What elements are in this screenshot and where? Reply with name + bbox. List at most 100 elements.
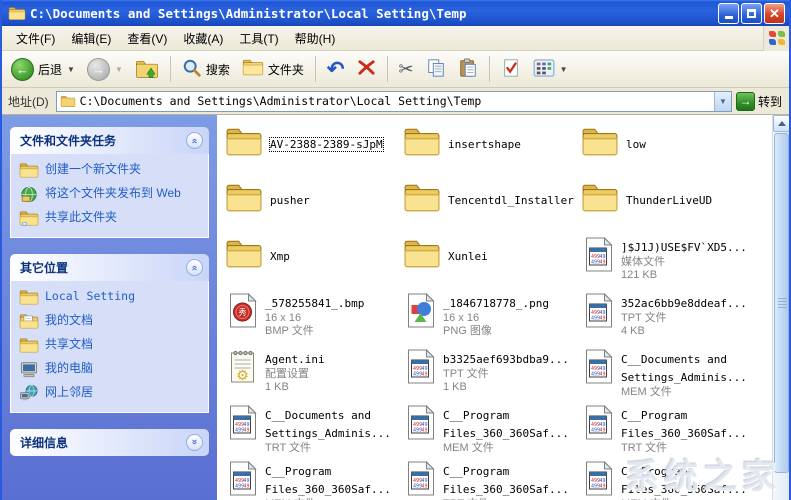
title-bar[interactable]: C:\Documents and Settings\Administrator\… <box>2 0 789 26</box>
svg-text:49: 49 <box>244 428 250 434</box>
file-item[interactable]: 4994949949C__Program Files_360_360Saf...… <box>401 461 579 500</box>
file-meta: 配置设置 <box>265 368 391 381</box>
sidebar-item[interactable]: 创建一个新文件夹 <box>19 162 204 179</box>
menu-file[interactable]: 文件(F) <box>8 27 63 50</box>
minimize-button[interactable] <box>718 3 739 24</box>
up-folder-icon <box>135 59 159 80</box>
svg-text:49: 49 <box>600 260 606 266</box>
sidebar-item-label: Local Setting <box>45 289 135 304</box>
panel-details-header[interactable]: 详细信息 « <box>10 429 209 456</box>
file-item[interactable]: 4994949949C__Program Files_360_360Saf...… <box>223 461 401 500</box>
publish-web-icon <box>19 186 39 203</box>
folders-button[interactable]: 文件夹 <box>237 55 309 83</box>
sidebar-item[interactable]: 我的文档 <box>19 313 204 330</box>
collapse-chevron-icon[interactable]: « <box>186 132 203 149</box>
table-doc-file-icon: 4994949949 <box>584 405 614 441</box>
folder-item[interactable]: Tencentdl_Installer <box>401 181 579 237</box>
folder-item[interactable]: Xunlei <box>401 237 579 293</box>
task-pane: 文件和文件夹任务 « 创建一个新文件夹将这个文件夹发布到 Web 共享此文件夹 其… <box>2 115 217 500</box>
vertical-scrollbar[interactable] <box>772 115 789 500</box>
delete-button[interactable] <box>352 55 381 83</box>
file-meta: MEM 文件 <box>443 442 569 455</box>
file-name: 352ac6bb9e8ddeaf... <box>621 297 747 310</box>
go-button[interactable]: → 转到 <box>736 92 786 111</box>
file-meta: PNG 图像 <box>443 325 569 338</box>
views-button[interactable]: ▼ <box>528 56 573 83</box>
file-item[interactable]: _1846718778_.png16 x 16PNG 图像 <box>401 293 579 349</box>
panel-other-places: 其它位置 « Local Setting 我的文档共享文档我的电脑网上邻居 <box>10 254 209 413</box>
my-documents-icon <box>19 313 39 330</box>
menu-bar: 文件(F) 编辑(E) 查看(V) 收藏(A) 工具(T) 帮助(H) <box>2 26 789 51</box>
copy-button[interactable] <box>421 55 451 84</box>
file-name: C__Program Files_360_360Saf... <box>621 409 747 440</box>
panel-file-tasks: 文件和文件夹任务 « 创建一个新文件夹将这个文件夹发布到 Web 共享此文件夹 <box>10 127 209 238</box>
sidebar-item[interactable]: 共享此文件夹 <box>19 210 204 227</box>
menu-tools[interactable]: 工具(T) <box>231 27 286 50</box>
file-list-area[interactable]: AV-2388-2389-sJpMinsertshapelow pusherTen… <box>217 115 789 500</box>
menu-help[interactable]: 帮助(H) <box>287 27 344 50</box>
sidebar-item[interactable]: Local Setting <box>19 289 204 306</box>
file-item[interactable]: 4994949949C__Documents and Settings_Admi… <box>579 349 757 405</box>
views-dropdown-icon[interactable]: ▼ <box>560 65 568 74</box>
svg-text:49: 49 <box>422 484 428 490</box>
paste-icon <box>458 58 478 81</box>
file-name: C__Program Files_360_360Saf... <box>443 409 569 440</box>
table-doc-file-icon: 4994949949 <box>406 349 436 385</box>
sidebar-item[interactable]: 将这个文件夹发布到 Web <box>19 186 204 203</box>
file-meta: 16 x 16 <box>265 312 391 325</box>
scroll-up-button[interactable] <box>773 115 789 132</box>
up-button[interactable] <box>130 56 164 83</box>
back-button[interactable]: ← 后退 ▼ <box>6 55 80 84</box>
file-meta: 16 x 16 <box>443 312 569 325</box>
scrollbar-thumb[interactable] <box>774 133 789 473</box>
file-item[interactable]: 4994949949352ac6bb9e8ddeaf...TPT 文件4 KB <box>579 293 757 349</box>
file-meta: TPT 文件 <box>621 312 747 325</box>
file-item[interactable]: 4994949949b3325aef693bdba9...TPT 文件1 KB <box>401 349 579 405</box>
search-button[interactable]: 搜索 <box>177 55 235 84</box>
paste-button[interactable] <box>453 55 483 84</box>
properties-button[interactable] <box>496 55 526 84</box>
sidebar-item[interactable]: 共享文档 <box>19 337 204 354</box>
collapse-chevron-icon[interactable]: « <box>186 259 203 276</box>
folder-item[interactable]: ThunderLiveUD <box>579 181 757 237</box>
panel-file-tasks-header[interactable]: 文件和文件夹任务 « <box>10 127 209 154</box>
folder-item[interactable]: low <box>579 125 757 181</box>
panel-other-places-header[interactable]: 其它位置 « <box>10 254 209 281</box>
folder-item[interactable]: insertshape <box>401 125 579 181</box>
file-item[interactable]: 4994949949C__Program Files_360_360Saf...… <box>579 461 757 500</box>
back-dropdown-icon[interactable]: ▼ <box>67 65 75 74</box>
file-meta: TRT 文件 <box>621 442 747 455</box>
file-item[interactable]: 4994949949C__Documents and Settings_Admi… <box>223 405 401 461</box>
maximize-button[interactable] <box>741 3 762 24</box>
folder-item[interactable]: Xmp <box>223 237 401 293</box>
file-item[interactable]: 4994949949]$J1J)USE$FV`XD5...媒体文件121 KB <box>579 237 757 293</box>
file-meta: TPT 文件 <box>443 368 569 381</box>
forward-button[interactable]: → ▼ <box>82 55 128 84</box>
file-item[interactable]: 秀_578255841_.bmp16 x 16BMP 文件 <box>223 293 401 349</box>
undo-button[interactable]: ↶ <box>322 56 350 83</box>
file-name: Agent.ini <box>265 353 325 366</box>
expand-chevron-icon[interactable]: « <box>186 434 203 451</box>
file-item[interactable]: 4994949949C__Program Files_360_360Saf...… <box>579 405 757 461</box>
address-value: C:\Documents and Settings\Administrator\… <box>80 94 714 108</box>
menu-favorites[interactable]: 收藏(A) <box>175 27 231 50</box>
file-item[interactable]: 4994949949C__Program Files_360_360Saf...… <box>401 405 579 461</box>
file-item[interactable]: ⚙Agent.ini配置设置1 KB <box>223 349 401 405</box>
folders-icon <box>242 58 264 80</box>
back-arrow-icon: ← <box>11 58 34 81</box>
address-input[interactable]: C:\Documents and Settings\Administrator\… <box>56 91 732 112</box>
sidebar-item[interactable]: 网上邻居 <box>19 385 204 402</box>
file-meta: 媒体文件 <box>621 256 747 269</box>
folder-item[interactable]: AV-2388-2389-sJpM <box>223 125 401 181</box>
folder-item[interactable]: pusher <box>223 181 401 237</box>
close-button[interactable]: ✕ <box>764 3 785 24</box>
menu-view[interactable]: 查看(V) <box>119 27 175 50</box>
address-dropdown-icon[interactable]: ▼ <box>714 92 731 111</box>
file-name: C__Program Files_360_360Saf... <box>265 465 391 496</box>
sidebar-item[interactable]: 我的电脑 <box>19 361 204 378</box>
folder-icon <box>581 181 619 215</box>
toolbar: ← 后退 ▼ → ▼ 搜索 文件夹 ↶ <box>2 51 789 88</box>
file-grid: AV-2388-2389-sJpMinsertshapelow pusherTen… <box>223 125 757 500</box>
cut-button[interactable]: ✂ <box>394 57 419 81</box>
menu-edit[interactable]: 编辑(E) <box>63 27 119 50</box>
